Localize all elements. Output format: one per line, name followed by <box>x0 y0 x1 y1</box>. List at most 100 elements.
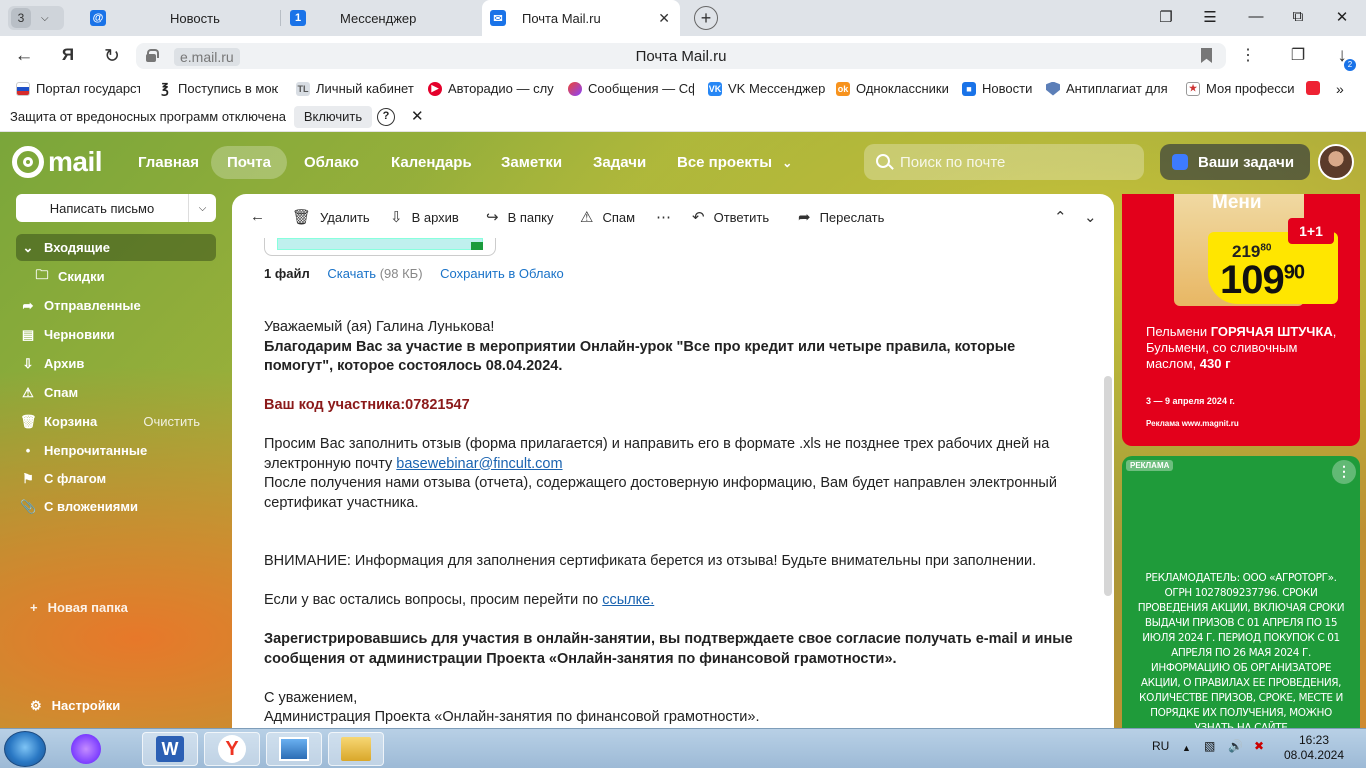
file-count: 1 файл <box>264 266 310 281</box>
network-icon[interactable]: ▧ <box>1204 739 1215 753</box>
nav-calendar[interactable]: Календарь <box>391 154 472 171</box>
folder-spam[interactable]: ⚠ Спам <box>16 379 216 406</box>
menu-icon[interactable]: ☰ <box>1200 8 1220 26</box>
volume-icon[interactable]: 🔊 <box>1228 739 1243 753</box>
clock[interactable]: 16:23 08.04.2024 <box>1282 733 1346 763</box>
reply-button[interactable]: ↶ Ответить <box>692 208 769 226</box>
chevron-up-icon[interactable]: ⌃ <box>1054 208 1076 226</box>
folder-attachments[interactable]: 📎 С вложениями <box>16 493 216 520</box>
bookmark-item[interactable] <box>1306 81 1322 95</box>
new-tab-button[interactable]: + <box>694 6 718 30</box>
attachment-preview[interactable] <box>264 238 496 256</box>
archive-button[interactable]: ⇩ В архив <box>390 208 459 226</box>
folder-drafts[interactable]: ▤ Черновики <box>16 321 216 348</box>
nav-tasks[interactable]: Задачи <box>593 154 646 171</box>
search-input[interactable]: Поиск по почте <box>864 144 1144 180</box>
bookmark-item[interactable]: Портал государств <box>16 81 140 96</box>
thumb-down-icon: ⚠ <box>580 209 594 226</box>
bookmark-item[interactable]: ■ Новости <box>962 81 1036 96</box>
letter-scrollbar[interactable] <box>1104 376 1112 596</box>
alice-icon[interactable] <box>58 732 114 766</box>
close-icon[interactable]: ✕ <box>658 10 670 27</box>
download-icon[interactable]: ↓ 2 <box>1330 45 1356 71</box>
help-icon[interactable]: ? <box>377 108 395 126</box>
more-bookmarks-icon[interactable]: » <box>1336 81 1344 97</box>
tray-expand-icon[interactable]: ▲ <box>1182 743 1191 753</box>
folder-unread[interactable]: • Непрочитанные <box>16 437 216 464</box>
new-folder-button[interactable]: + Новая папка <box>30 600 128 615</box>
mail-logo[interactable]: mail <box>12 146 103 178</box>
chevron-down-icon: ⌄ <box>782 156 793 170</box>
bookmark-item[interactable]: ok Одноклассники <box>836 81 950 96</box>
ad-pyaterochka[interactable]: РЕКЛАМА ⋮ Рекламодатель: ООО «Агроторг».… <box>1122 456 1360 728</box>
tab-count-button[interactable]: 3 ⌵ <box>8 6 64 30</box>
tab-messenger[interactable]: 1 Мессенджер <box>290 0 470 36</box>
download-link[interactable]: Скачать <box>327 266 376 281</box>
nav-main[interactable]: Главная <box>138 154 199 171</box>
tab-mail[interactable]: ✉ Почта Mail.ru ✕ <box>482 0 680 36</box>
folder-trash[interactable]: 🗑 Корзина Очистить <box>16 408 216 435</box>
close-icon[interactable]: ✕ <box>411 107 424 125</box>
nav-all-projects[interactable]: Все проекты ⌄ <box>677 154 792 171</box>
folder-archive[interactable]: ⇩ Архив <box>16 350 216 377</box>
your-tasks-button[interactable]: Ваши задачи <box>1160 144 1310 180</box>
consent-paragraph: Зарегистрировавшись для участия в онлайн… <box>264 631 1073 667</box>
word-icon[interactable]: W <box>142 732 198 766</box>
more-icon[interactable]: ⋯ <box>656 208 680 226</box>
paperclip-icon: 📎 <box>20 498 37 514</box>
bookmarks-panel-icon[interactable]: ❐ <box>1156 8 1176 26</box>
ad-site: Реклама www.magnit.ru <box>1146 419 1239 428</box>
avatar[interactable] <box>1318 144 1354 180</box>
bookmark-item[interactable]: VK VK Мессенджер <box>708 81 826 96</box>
yandex-logo-icon[interactable]: Я <box>56 45 80 65</box>
chevron-down-icon[interactable]: ⌵ <box>188 194 216 222</box>
folder-sent[interactable]: ➦ Отправленные <box>16 292 216 319</box>
start-button[interactable] <box>4 731 46 767</box>
nav-cloud[interactable]: Облако <box>304 154 359 171</box>
bookmark-item[interactable]: Сообщения — Сф <box>568 81 694 96</box>
photo-viewer-icon[interactable] <box>266 732 322 766</box>
folder-discounts[interactable]: 🗀 Скидки <box>30 263 216 290</box>
extensions-icon[interactable]: ❐ <box>1286 45 1310 65</box>
power-icon[interactable]: ✖ <box>1254 739 1264 753</box>
explorer-icon[interactable] <box>328 732 384 766</box>
enable-protection-button[interactable]: Включить <box>294 106 372 128</box>
bookmark-item[interactable]: ℥ Поступись в мою <box>158 81 278 96</box>
save-to-cloud-link[interactable]: Сохранить в Облако <box>440 266 564 281</box>
tab-news[interactable]: @ Новость <box>90 0 270 36</box>
folder-flagged[interactable]: ⚑ С флагом <box>16 465 216 492</box>
move-to-folder-button[interactable]: ↪ В папку <box>486 208 554 226</box>
ad-magnit[interactable]: Мени 21980 10990 1+1 Пельмени ГОРЯЧАЯ ШТ… <box>1122 194 1360 446</box>
folder-inbox[interactable]: ⌄ Входящие <box>16 234 216 261</box>
language-indicator[interactable]: RU <box>1152 739 1169 753</box>
url-field[interactable]: e.mail.ru Почта Mail.ru <box>136 43 1226 69</box>
email-link[interactable]: basewebinar@fincult.com <box>396 456 562 472</box>
back-button[interactable]: ← <box>250 208 274 225</box>
bookmark-item[interactable]: ▶ Авторадио — слу <box>428 81 554 96</box>
delete-button[interactable]: 🗑 Удалить <box>292 208 370 226</box>
close-window-icon[interactable]: ✕ <box>1332 8 1352 26</box>
forward-button[interactable]: ➦ Переслать <box>798 208 884 226</box>
spam-button[interactable]: ⚠ Спам <box>580 208 635 226</box>
bookmark-favicon-icon <box>1306 81 1320 95</box>
minimize-icon[interactable]: — <box>1246 8 1266 25</box>
bookmark-item[interactable]: Антиплагиат для ч <box>1046 81 1172 96</box>
compose-button[interactable]: Написать письмо ⌵ <box>16 194 216 222</box>
restore-icon[interactable]: ⧉ <box>1288 8 1308 25</box>
more-vert-icon[interactable]: ⋮ <box>1332 460 1356 484</box>
ad-label: РЕКЛАМА <box>1126 460 1174 471</box>
tab-label: Новость <box>170 10 220 26</box>
nav-notes[interactable]: Заметки <box>501 154 562 171</box>
more-vert-icon[interactable]: ⋮ <box>1236 45 1260 65</box>
reload-icon[interactable]: ↻ <box>100 45 124 68</box>
yandex-browser-icon[interactable]: Y <box>204 732 260 766</box>
back-arrow-icon[interactable]: ← <box>12 45 36 67</box>
questions-link[interactable]: ссылке. <box>602 592 654 608</box>
bookmark-item[interactable]: TL Личный кабинет <box>296 81 418 96</box>
settings-button[interactable]: ⚙ Настройки <box>30 698 120 714</box>
bookmark-item[interactable]: ★ Моя професси <box>1186 81 1298 96</box>
chevron-down-icon[interactable]: ⌄ <box>1084 208 1106 226</box>
nav-mail[interactable]: Почта <box>211 146 287 179</box>
mail-at-icon: @ <box>90 10 106 26</box>
empty-trash-link[interactable]: Очистить <box>143 414 200 429</box>
